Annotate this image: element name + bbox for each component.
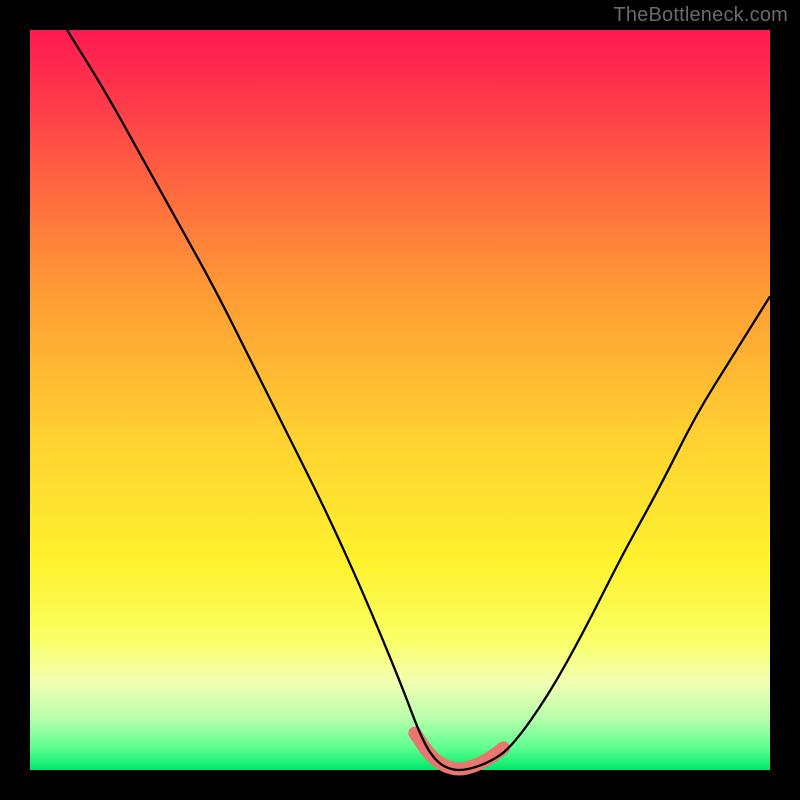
curve-svg [30,30,770,770]
chart-frame: TheBottleneck.com [0,0,800,800]
watermark-text: TheBottleneck.com [613,4,788,27]
plot-area [30,30,770,770]
bottleneck-curve-line [67,30,770,770]
